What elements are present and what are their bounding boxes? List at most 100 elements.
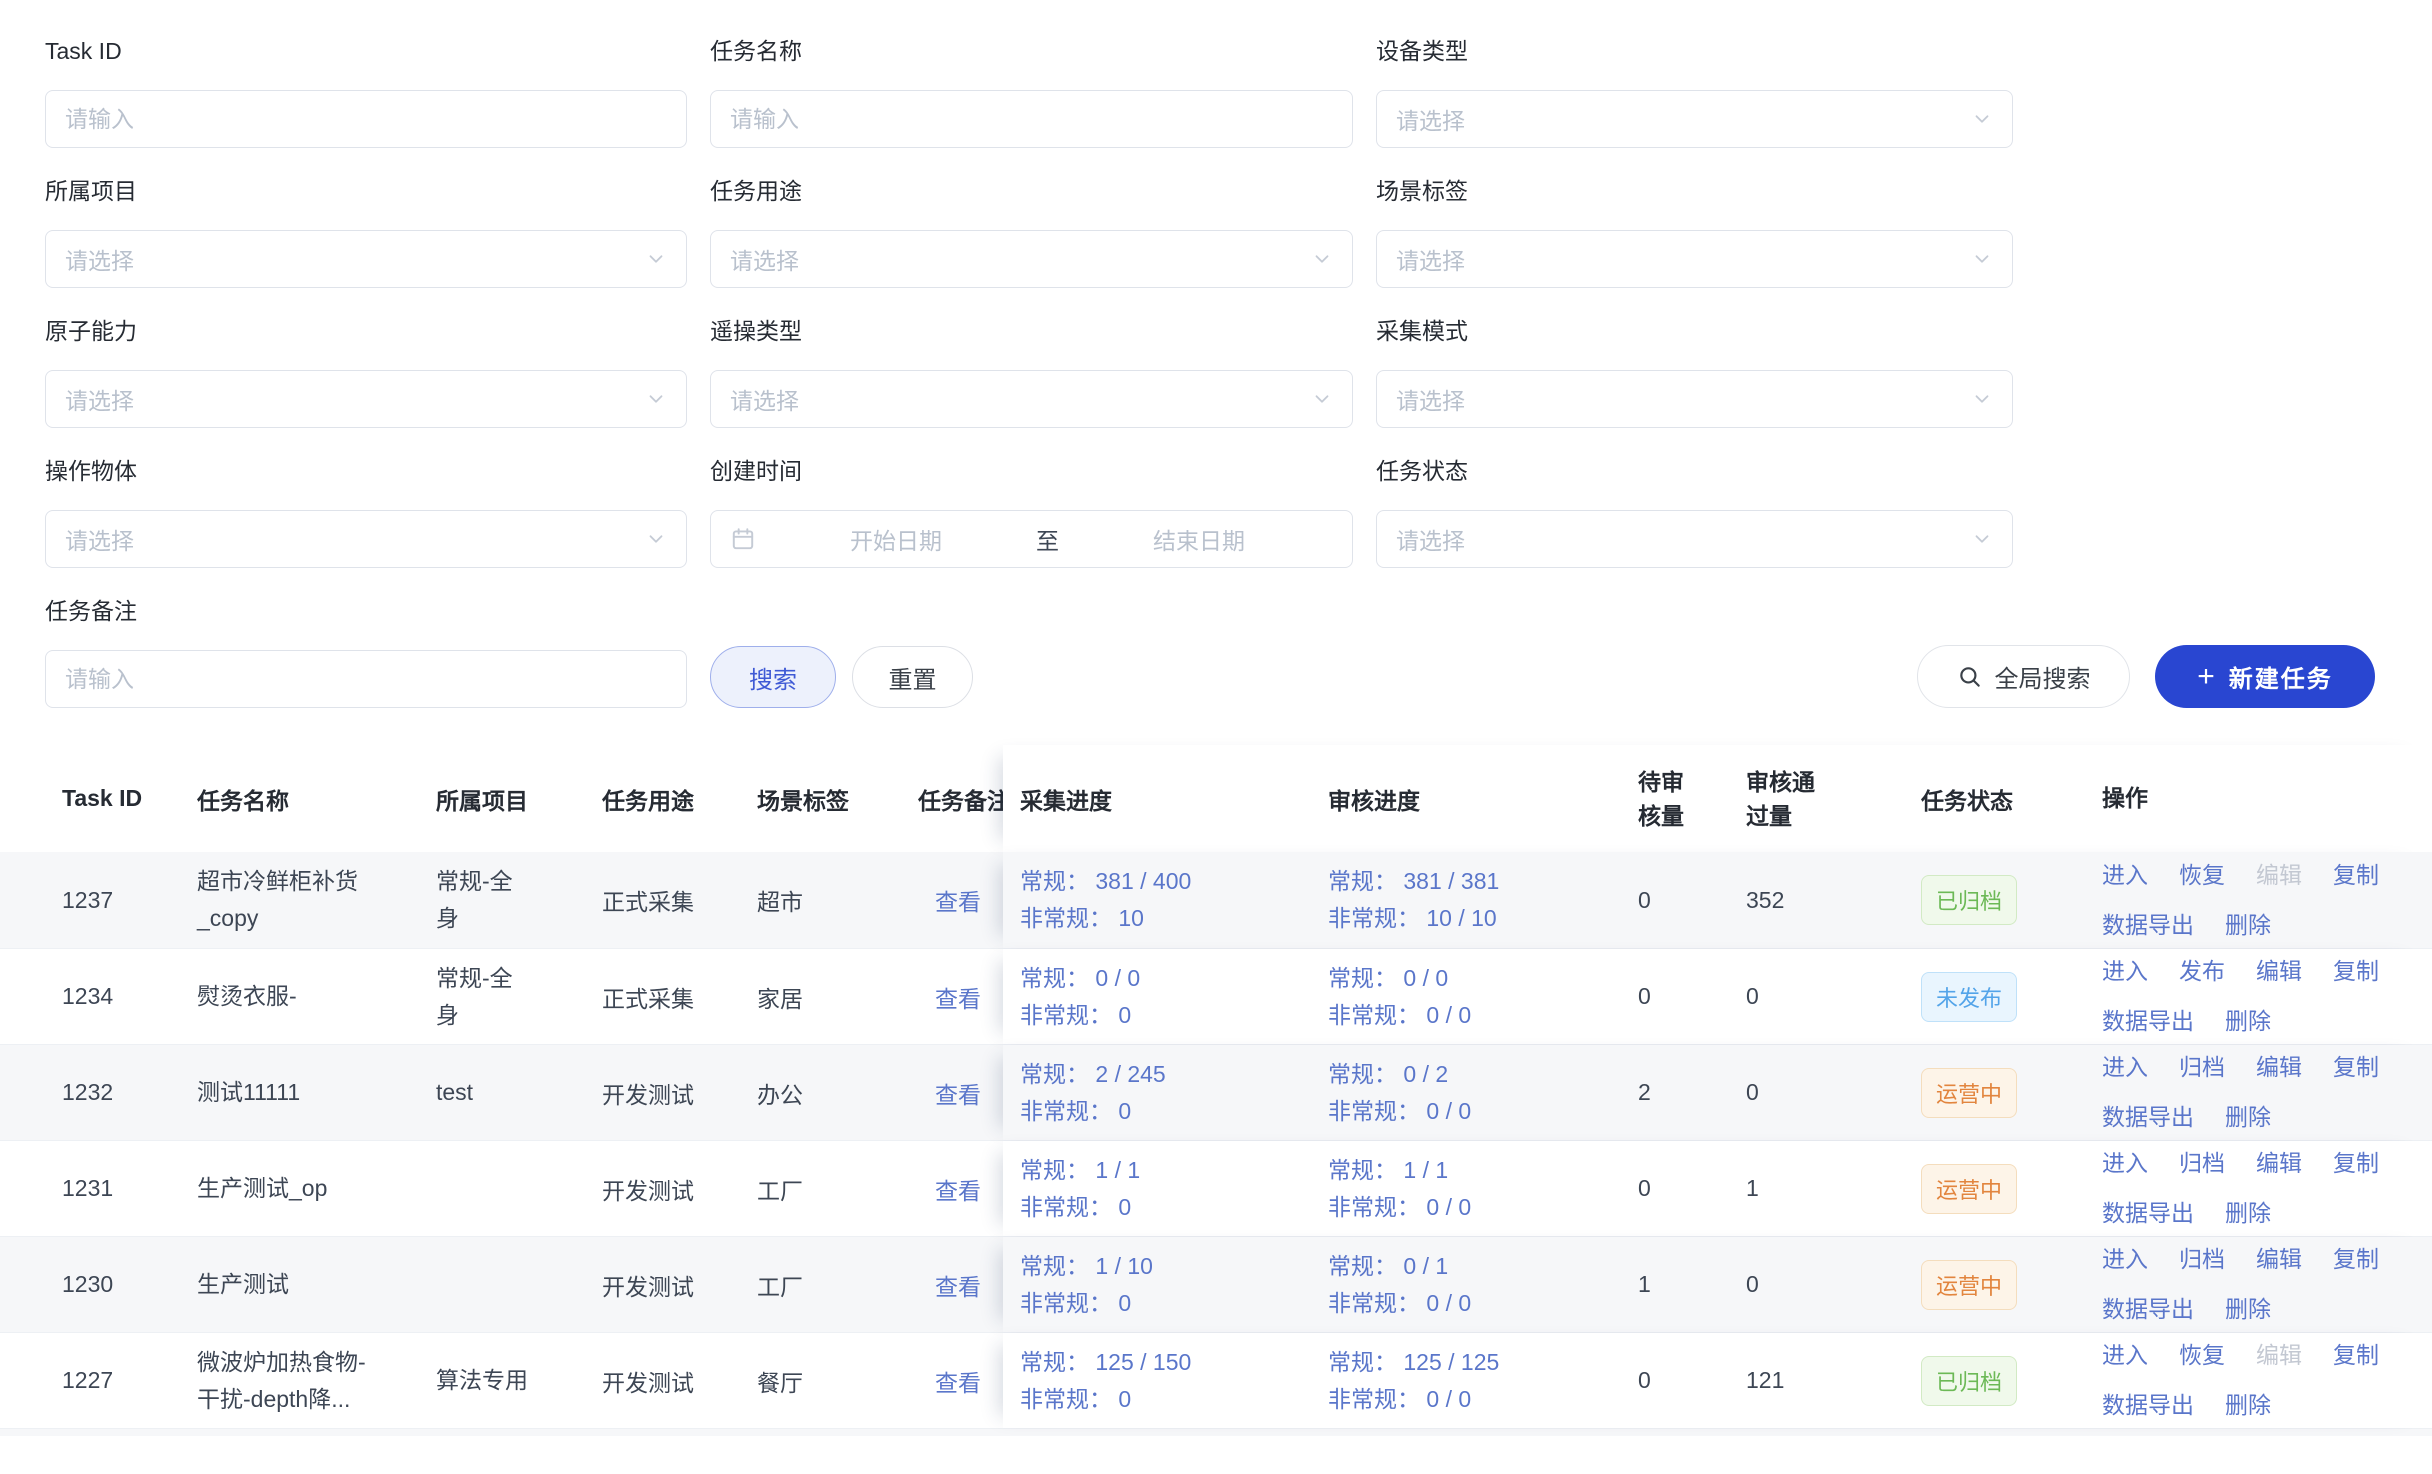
filter-field-project: 所属项目 请选择 bbox=[45, 178, 687, 288]
select-placeholder: 请选择 bbox=[730, 382, 799, 416]
cell-pending-count: 0 bbox=[1635, 887, 1746, 914]
table-header-row: Task ID 任务名称 所属项目 任务用途 场景标签 任务备注 采集进度 审核… bbox=[0, 745, 2432, 852]
operate-object-select[interactable]: 请选择 bbox=[45, 510, 687, 568]
action-export-link[interactable]: 数据导出 bbox=[2102, 1099, 2194, 1136]
cell-task-status: 运营中 bbox=[1915, 1068, 2102, 1118]
table-fixed-header-section: 采集进度 审核进度 待审核量 审核通过量 任务状态 操作 bbox=[1003, 745, 2432, 852]
view-remark-link[interactable]: 查看 bbox=[935, 1370, 981, 1396]
action-enter-link[interactable]: 进入 bbox=[2102, 1241, 2148, 1278]
table-row: 1227 微波炉加热食物-干扰-depth降... 算法专用 开发测试 餐厅 查… bbox=[0, 1332, 2432, 1428]
action-copy-link[interactable]: 复制 bbox=[2333, 1049, 2379, 1086]
cell-task-status: 已归档 bbox=[1915, 1356, 2102, 1406]
action-delete-link[interactable]: 删除 bbox=[2225, 1195, 2271, 1232]
action-enter-link[interactable]: 进入 bbox=[2102, 1145, 2148, 1182]
view-remark-link[interactable]: 查看 bbox=[935, 889, 981, 915]
header-actions: 操作 bbox=[2102, 780, 2432, 817]
action-state-link[interactable]: 恢复 bbox=[2179, 857, 2225, 894]
filter-form: Task ID 任务名称 设备类型 请选择 所属项目 请选择 任务用途 请选择 bbox=[45, 38, 2013, 568]
filter-label-task-name: 任务名称 bbox=[710, 38, 1353, 65]
action-enter-link[interactable]: 进入 bbox=[2102, 953, 2148, 990]
device-type-select[interactable]: 请选择 bbox=[1376, 90, 2013, 148]
action-state-link[interactable]: 归档 bbox=[2179, 1049, 2225, 1086]
view-remark-link[interactable]: 查看 bbox=[935, 1274, 981, 1300]
collect-mode-select[interactable]: 请选择 bbox=[1376, 370, 2013, 428]
action-delete-link[interactable]: 删除 bbox=[2225, 1387, 2271, 1424]
search-button[interactable]: 搜索 bbox=[710, 646, 836, 708]
action-export-link[interactable]: 数据导出 bbox=[2102, 1003, 2194, 1040]
action-state-link[interactable]: 归档 bbox=[2179, 1241, 2225, 1278]
filter-label-task-status: 任务状态 bbox=[1376, 458, 2013, 485]
calendar-icon bbox=[730, 526, 756, 552]
atomic-ability-select[interactable]: 请选择 bbox=[45, 370, 687, 428]
filter-field-task-name: 任务名称 bbox=[710, 38, 1353, 148]
action-state-link[interactable]: 恢复 bbox=[2179, 1337, 2225, 1374]
cell-pending-count: 1 bbox=[1635, 1271, 1746, 1298]
filter-label-task-id: Task ID bbox=[45, 38, 687, 65]
action-export-link[interactable]: 数据导出 bbox=[2102, 907, 2194, 944]
view-remark-link[interactable]: 查看 bbox=[935, 986, 981, 1012]
scene-tag-select[interactable]: 请选择 bbox=[1376, 230, 2013, 288]
cell-actions: 进入 发布 编辑 复制 数据导出 删除 bbox=[2102, 953, 2432, 1040]
task-purpose-select[interactable]: 请选择 bbox=[710, 230, 1353, 288]
action-export-link[interactable]: 数据导出 bbox=[2102, 1195, 2194, 1232]
action-edit-link[interactable]: 编辑 bbox=[2256, 1337, 2302, 1374]
collect-regular: 常规： 1 / 10 bbox=[1020, 1248, 1328, 1285]
collect-regular: 常规： 2 / 245 bbox=[1020, 1056, 1328, 1093]
header-project: 所属项目 bbox=[436, 782, 602, 816]
task-remark-input[interactable] bbox=[45, 650, 687, 708]
review-irregular: 非常规： 0 / 0 bbox=[1328, 1189, 1635, 1226]
filter-label-create-time: 创建时间 bbox=[710, 458, 1353, 485]
action-edit-link[interactable]: 编辑 bbox=[2256, 1049, 2302, 1086]
action-copy-link[interactable]: 复制 bbox=[2333, 1337, 2379, 1374]
action-edit-link[interactable]: 编辑 bbox=[2256, 857, 2302, 894]
view-remark-link[interactable]: 查看 bbox=[935, 1178, 981, 1204]
cell-remark: 查看 bbox=[918, 1268, 1003, 1302]
cell-project: 常规-全身 bbox=[436, 863, 602, 937]
action-edit-link[interactable]: 编辑 bbox=[2256, 1145, 2302, 1182]
reset-button[interactable]: 重置 bbox=[852, 646, 973, 708]
action-delete-link[interactable]: 删除 bbox=[2225, 907, 2271, 944]
table-row: 1237 超市冷鲜柜补货_copy 常规-全身 正式采集 超市 查看 常规： 3… bbox=[0, 852, 2432, 948]
end-date-placeholder[interactable]: 结束日期 bbox=[1065, 522, 1333, 556]
action-state-link[interactable]: 归档 bbox=[2179, 1145, 2225, 1182]
global-search-button[interactable]: 全局搜索 bbox=[1917, 645, 2130, 708]
action-edit-link[interactable]: 编辑 bbox=[2256, 1241, 2302, 1278]
filter-label-task-remark: 任务备注 bbox=[45, 598, 687, 625]
action-delete-link[interactable]: 删除 bbox=[2225, 1291, 2271, 1328]
cell-approved-count: 121 bbox=[1746, 1367, 1915, 1394]
view-remark-link[interactable]: 查看 bbox=[935, 1082, 981, 1108]
action-delete-link[interactable]: 删除 bbox=[2225, 1099, 2271, 1136]
teleop-type-select[interactable]: 请选择 bbox=[710, 370, 1353, 428]
action-edit-link[interactable]: 编辑 bbox=[2256, 953, 2302, 990]
action-enter-link[interactable]: 进入 bbox=[2102, 1049, 2148, 1086]
task-name-input[interactable] bbox=[710, 90, 1353, 148]
start-date-placeholder[interactable]: 开始日期 bbox=[762, 522, 1030, 556]
new-task-button[interactable]: + 新建任务 bbox=[2155, 645, 2375, 708]
search-icon bbox=[1957, 664, 1983, 690]
header-purpose: 任务用途 bbox=[602, 782, 757, 816]
cell-review-progress: 常规： 0 / 2 非常规： 0 / 0 bbox=[1328, 1056, 1635, 1130]
action-delete-link[interactable]: 删除 bbox=[2225, 1003, 2271, 1040]
action-copy-link[interactable]: 复制 bbox=[2333, 1145, 2379, 1182]
action-copy-link[interactable]: 复制 bbox=[2333, 1241, 2379, 1278]
project-select[interactable]: 请选择 bbox=[45, 230, 687, 288]
select-placeholder: 请选择 bbox=[1396, 522, 1465, 556]
cell-scene-tag: 餐厅 bbox=[757, 1364, 918, 1398]
action-copy-link[interactable]: 复制 bbox=[2333, 857, 2379, 894]
task-id-input[interactable] bbox=[45, 90, 687, 148]
task-status-select[interactable]: 请选择 bbox=[1376, 510, 2013, 568]
cell-pending-count: 0 bbox=[1635, 983, 1746, 1010]
action-enter-link[interactable]: 进入 bbox=[2102, 1337, 2148, 1374]
action-export-link[interactable]: 数据导出 bbox=[2102, 1291, 2194, 1328]
action-export-link[interactable]: 数据导出 bbox=[2102, 1387, 2194, 1424]
action-enter-link[interactable]: 进入 bbox=[2102, 857, 2148, 894]
cell-task-id: 1234 bbox=[0, 983, 197, 1010]
toolbar: 全局搜索 + 新建任务 bbox=[1917, 645, 2375, 708]
action-copy-link[interactable]: 复制 bbox=[2333, 953, 2379, 990]
table-fixed-row-section: 常规： 0 / 0 非常规： 0 常规： 0 / 0 非常规： 0 / 0 0 … bbox=[1003, 949, 2432, 1044]
create-time-daterange[interactable]: 开始日期 至 结束日期 bbox=[710, 510, 1353, 568]
action-state-link[interactable]: 发布 bbox=[2179, 953, 2225, 990]
cell-purpose: 开发测试 bbox=[602, 1364, 757, 1398]
status-badge: 运营中 bbox=[1921, 1068, 2017, 1118]
cell-scene-tag: 超市 bbox=[757, 883, 918, 917]
